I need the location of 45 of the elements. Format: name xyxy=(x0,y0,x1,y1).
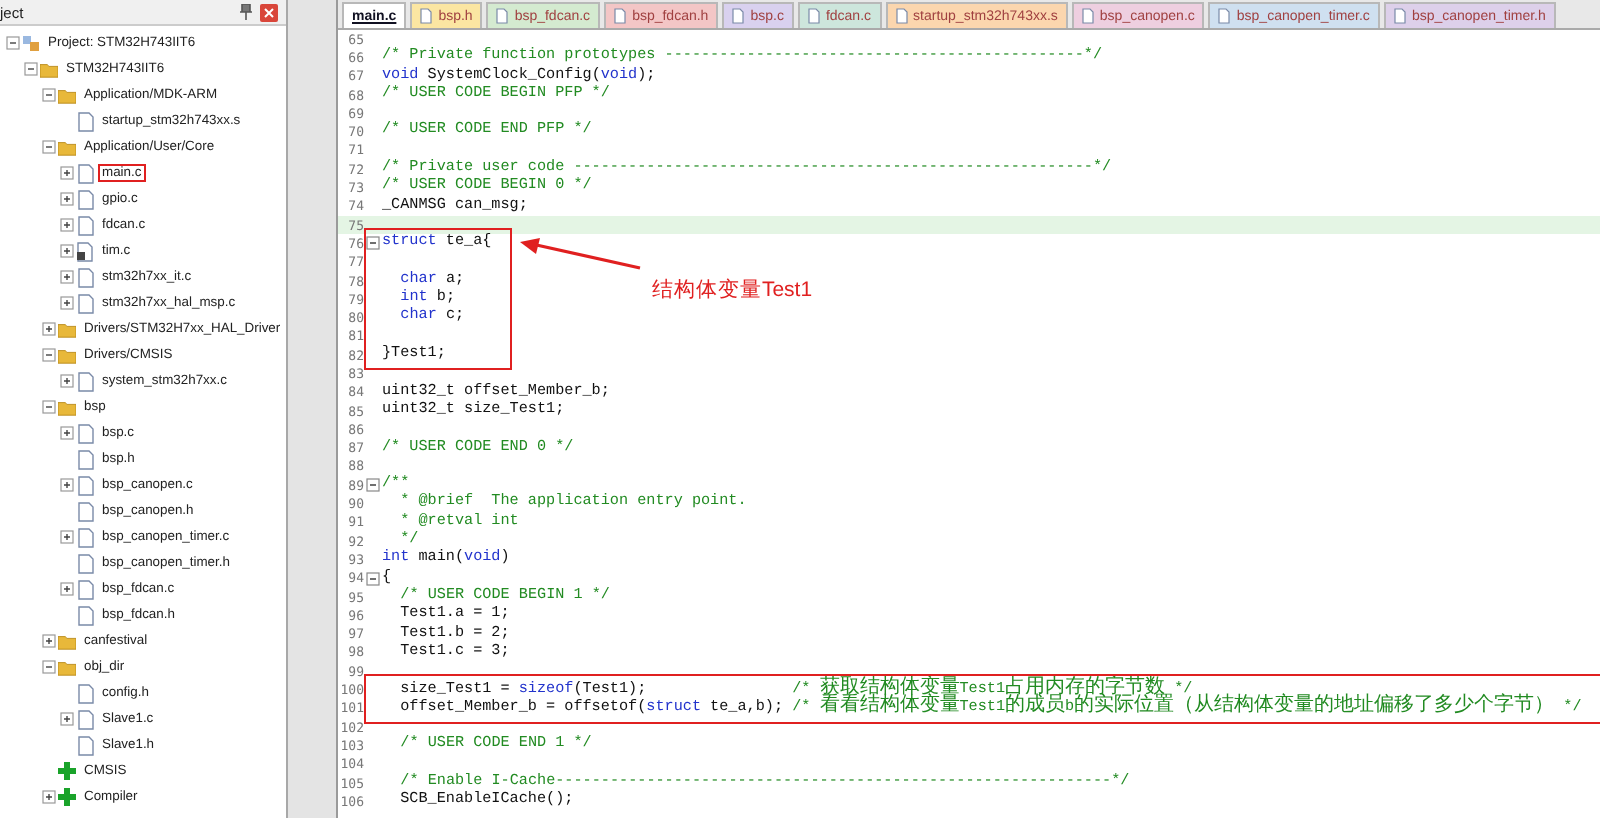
component-icon xyxy=(58,762,76,780)
project-icon xyxy=(22,34,40,52)
collapse-icon[interactable] xyxy=(366,478,380,493)
collapse-icon[interactable] xyxy=(42,400,56,414)
close-icon[interactable] xyxy=(260,3,278,21)
file-icon xyxy=(1081,8,1094,24)
file-icon xyxy=(496,8,509,24)
expand-icon[interactable] xyxy=(42,790,56,804)
locked-file-icon xyxy=(76,241,94,261)
expand-icon[interactable] xyxy=(42,634,56,648)
folder-icon xyxy=(58,139,76,155)
expand-icon[interactable] xyxy=(60,192,74,206)
collapse-icon[interactable] xyxy=(42,140,56,154)
expand-icon[interactable] xyxy=(60,530,74,544)
file-icon xyxy=(1393,8,1406,24)
expand-icon[interactable] xyxy=(60,296,74,310)
collapse-icon[interactable] xyxy=(42,348,56,362)
component-icon xyxy=(58,788,76,806)
collapse-icon[interactable] xyxy=(6,36,20,50)
file-icon xyxy=(77,111,93,131)
expand-icon[interactable] xyxy=(60,166,74,180)
expand-icon[interactable] xyxy=(60,218,74,232)
expand-icon[interactable] xyxy=(60,478,74,492)
collapse-icon[interactable] xyxy=(42,660,56,674)
file-icon xyxy=(732,8,745,24)
collapse-icon[interactable] xyxy=(366,571,380,586)
expand-icon[interactable] xyxy=(42,322,56,336)
file-icon xyxy=(895,8,908,24)
file-icon xyxy=(420,8,433,24)
pin-icon[interactable] xyxy=(240,4,252,20)
collapse-icon[interactable] xyxy=(366,236,380,251)
expand-icon[interactable] xyxy=(60,374,74,388)
collapse-icon[interactable] xyxy=(42,88,56,102)
file-icon xyxy=(1218,8,1231,24)
file-icon xyxy=(77,371,93,391)
annotation-label: 结构体变量Test1 xyxy=(651,275,813,304)
file-icon xyxy=(807,8,820,24)
expand-icon[interactable] xyxy=(60,426,74,440)
expand-icon[interactable] xyxy=(60,582,74,596)
expand-icon[interactable] xyxy=(60,712,74,726)
expand-icon[interactable] xyxy=(60,244,74,258)
folder-icon xyxy=(58,399,76,415)
expand-icon[interactable] xyxy=(60,270,74,284)
file-icon xyxy=(614,8,627,24)
collapse-icon[interactable] xyxy=(24,62,38,76)
